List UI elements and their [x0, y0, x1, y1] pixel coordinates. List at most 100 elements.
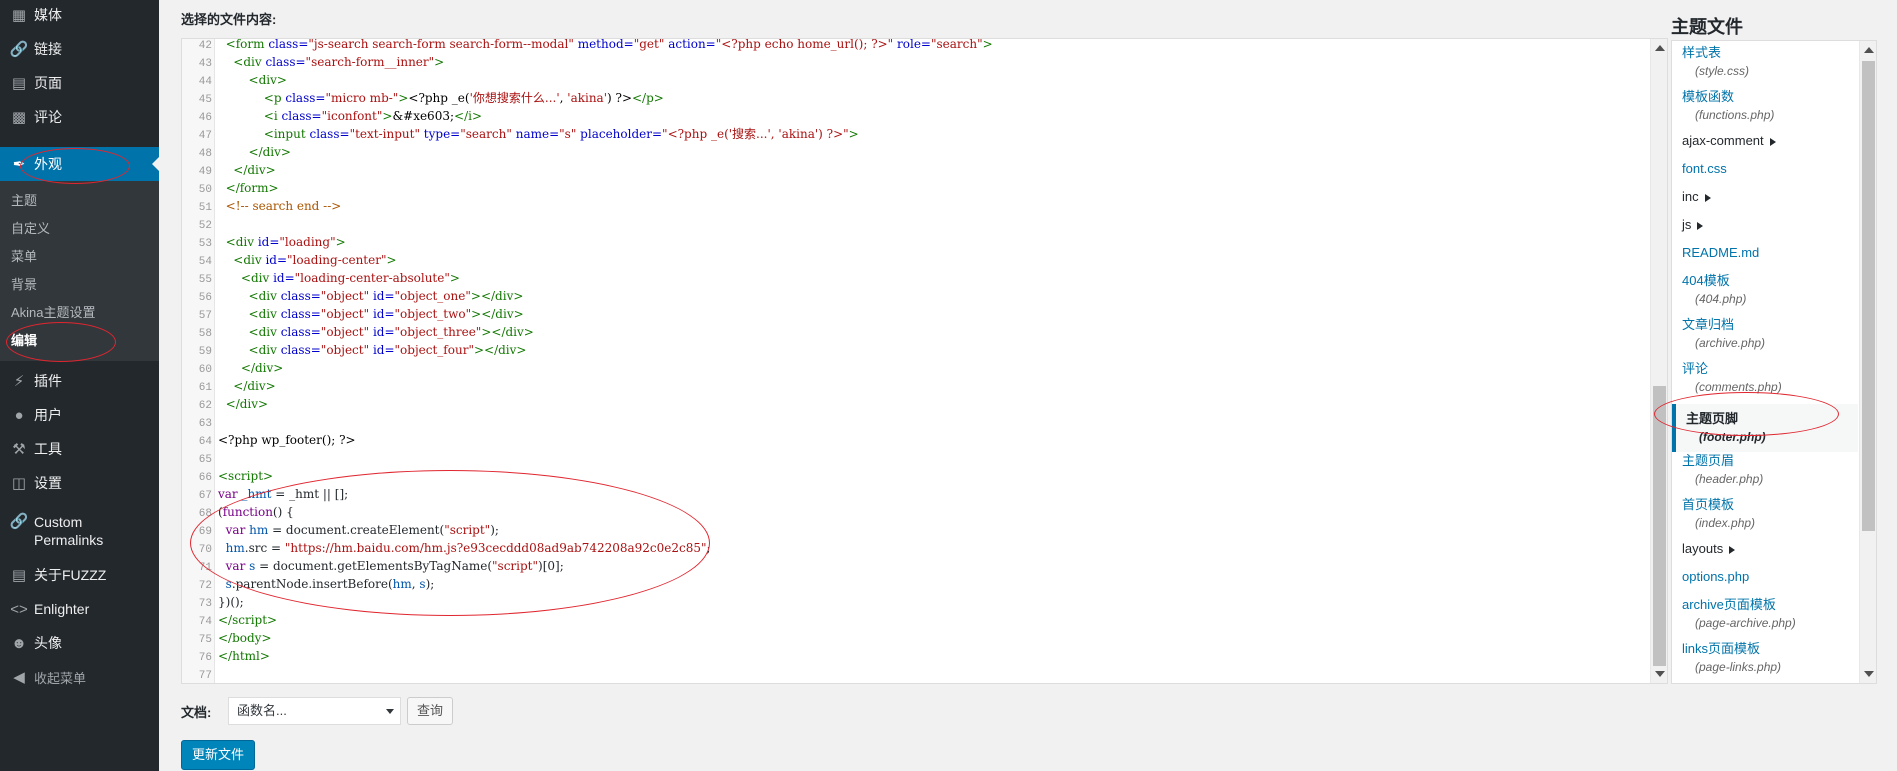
scrollbar-thumb[interactable] — [1653, 386, 1666, 666]
code-editor[interactable]: 42 <form class="js-search search-form se… — [181, 38, 1668, 684]
code-text[interactable]: <?php wp_footer(); ?> — [218, 431, 356, 449]
code-text[interactable]: <div class="object" id="object_two"></di… — [218, 305, 524, 323]
theme-file-item[interactable]: 首页模板 (index.php) — [1682, 496, 1755, 532]
theme-folder-item[interactable]: ajax-comment — [1682, 132, 1776, 150]
submenu-themes[interactable]: 主题 — [0, 187, 159, 215]
theme-folder-item[interactable]: layouts — [1682, 540, 1736, 558]
code-text[interactable]: </div> — [218, 359, 283, 377]
scroll-down-icon[interactable] — [1655, 671, 1665, 677]
code-text[interactable]: <div class="object" id="object_four"></d… — [218, 341, 527, 359]
theme-file-item[interactable]: archive页面模板 (page-archive.php) — [1682, 596, 1796, 632]
expand-arrow-icon[interactable] — [1704, 193, 1711, 202]
file-name[interactable]: inc — [1682, 189, 1699, 204]
sidebar-item-media[interactable]: ▦ 媒体 — [0, 0, 159, 32]
collapse-menu-button[interactable]: ◀ 收起菜单 — [0, 660, 159, 694]
code-text[interactable]: <p class="micro mb-"><?php _e('你想搜索什么...… — [218, 89, 664, 107]
file-name[interactable]: js — [1682, 217, 1691, 232]
sidebar-item-appearance[interactable]: ✒ 外观 — [0, 147, 159, 181]
theme-file-item[interactable]: 主题页眉 (header.php) — [1682, 452, 1763, 488]
sidebar-item-links[interactable]: 🔗 链接 — [0, 32, 159, 66]
theme-file-item[interactable]: README.md — [1682, 244, 1759, 262]
code-text[interactable]: </div> — [218, 377, 275, 395]
file-name[interactable]: links页面模板 — [1682, 641, 1760, 656]
code-text[interactable]: </div> — [218, 143, 291, 161]
submenu-customize[interactable]: 自定义 — [0, 215, 159, 243]
file-name[interactable]: ajax-comment — [1682, 133, 1764, 148]
expand-arrow-icon[interactable] — [1769, 137, 1776, 146]
file-name[interactable]: layouts — [1682, 541, 1723, 556]
code-text[interactable]: })(); — [218, 593, 244, 611]
file-name[interactable]: archive页面模板 — [1682, 597, 1776, 612]
code-text[interactable]: </form> — [218, 179, 279, 197]
code-text[interactable]: </html> — [218, 647, 270, 665]
code-text[interactable]: var s = document.getElementsByTagName("s… — [218, 557, 564, 575]
sidebar-item-avatar[interactable]: ☻ 头像 — [0, 626, 159, 660]
code-text[interactable]: </div> — [218, 161, 275, 179]
lookup-button[interactable]: 查询 — [407, 697, 454, 725]
files-scrollbar[interactable] — [1859, 41, 1876, 683]
code-text[interactable]: s.parentNode.insertBefore(hm, s); — [218, 575, 435, 593]
code-text[interactable]: <div id="loading"> — [218, 233, 346, 251]
sidebar-item-enlighter[interactable]: <> Enlighter — [0, 592, 159, 626]
file-name[interactable]: 主题页眉 — [1682, 453, 1734, 468]
sidebar-item-custom-permalinks[interactable]: 🔗 Custom Permalinks — [0, 506, 159, 558]
submenu-background[interactable]: 背景 — [0, 271, 159, 299]
sidebar-item-comments[interactable]: ▩ 评论 — [0, 100, 159, 134]
code-text[interactable]: <div class="object" id="object_three"></… — [218, 323, 534, 341]
code-text[interactable]: <div id="loading-center"> — [218, 251, 396, 269]
code-text[interactable]: <form class="js-search search-form searc… — [218, 39, 993, 53]
code-text[interactable]: </script> — [218, 611, 277, 629]
code-text[interactable]: </div> — [218, 395, 268, 413]
code-text[interactable]: var hm = document.createElement("script"… — [218, 521, 499, 539]
code-text[interactable]: <div id="loading-center-absolute"> — [218, 269, 460, 287]
theme-file-item[interactable]: 主题页脚 (footer.php) — [1672, 404, 1858, 452]
theme-file-item[interactable]: font.css — [1682, 160, 1727, 178]
submenu-menus[interactable]: 菜单 — [0, 243, 159, 271]
code-text[interactable]: </body> — [218, 629, 272, 647]
theme-file-item[interactable]: 样式表 (style.css) — [1682, 44, 1749, 80]
scroll-up-icon[interactable] — [1655, 45, 1665, 51]
expand-arrow-icon[interactable] — [1729, 545, 1736, 554]
theme-folder-item[interactable]: js — [1682, 216, 1704, 234]
sidebar-item-settings[interactable]: ◫ 设置 — [0, 466, 159, 500]
scroll-down-icon[interactable] — [1864, 671, 1874, 677]
code-text[interactable]: (function() { — [218, 503, 294, 521]
expand-arrow-icon[interactable] — [1697, 221, 1704, 230]
file-name[interactable]: 文章归档 — [1682, 317, 1734, 332]
code-text[interactable]: var _hmt = _hmt || []; — [218, 485, 348, 503]
theme-file-item[interactable]: 404模板 (404.php) — [1682, 272, 1746, 308]
function-name-select[interactable]: 函数名... — [228, 697, 401, 725]
file-name[interactable]: 模板函数 — [1682, 89, 1734, 104]
sidebar-item-tools[interactable]: ⚒ 工具 — [0, 432, 159, 466]
file-name[interactable]: 评论 — [1682, 361, 1708, 376]
file-name[interactable]: 首页模板 — [1682, 497, 1734, 512]
theme-file-item[interactable]: 文章归档 (archive.php) — [1682, 316, 1765, 352]
sidebar-item-pages[interactable]: ▤ 页面 — [0, 66, 159, 100]
file-name[interactable]: 404模板 — [1682, 273, 1730, 288]
sidebar-item-plugins[interactable]: ⚡ 插件 — [0, 364, 159, 398]
code-text[interactable]: <script> — [218, 467, 273, 485]
theme-file-item[interactable]: 模板函数 (functions.php) — [1682, 88, 1774, 124]
editor-scrollbar[interactable] — [1650, 39, 1667, 683]
theme-file-item[interactable]: options.php — [1682, 568, 1749, 586]
theme-folder-item[interactable]: inc — [1682, 188, 1711, 206]
theme-file-item[interactable]: links页面模板 (page-links.php) — [1682, 640, 1781, 676]
submenu-akina-settings[interactable]: Akina主题设置 — [0, 299, 159, 327]
update-file-button[interactable]: 更新文件 — [181, 740, 256, 770]
code-text[interactable]: <div class="search-form__inner"> — [218, 53, 444, 71]
submenu-editor[interactable]: 编辑 — [0, 327, 159, 355]
code-text[interactable]: <div> — [218, 71, 287, 89]
scroll-up-icon[interactable] — [1864, 47, 1874, 53]
file-name[interactable]: options.php — [1682, 569, 1749, 584]
file-name[interactable]: 主题页脚 — [1686, 411, 1738, 426]
sidebar-item-about[interactable]: ▤ 关于FUZZZ — [0, 558, 159, 592]
code-text[interactable]: <i class="iconfont">&#xe603;</i> — [218, 107, 482, 125]
code-text[interactable]: <input class="text-input" type="search" … — [218, 125, 859, 143]
file-name[interactable]: 样式表 — [1682, 45, 1721, 60]
sidebar-item-users[interactable]: ● 用户 — [0, 398, 159, 432]
code-text[interactable]: <!-- search end --> — [218, 197, 342, 215]
code-text[interactable]: hm.src = "https://hm.baidu.com/hm.js?e93… — [218, 539, 711, 557]
scrollbar-thumb[interactable] — [1862, 61, 1875, 531]
file-name[interactable]: font.css — [1682, 161, 1727, 176]
theme-file-item[interactable]: 评论 (comments.php) — [1682, 360, 1782, 396]
